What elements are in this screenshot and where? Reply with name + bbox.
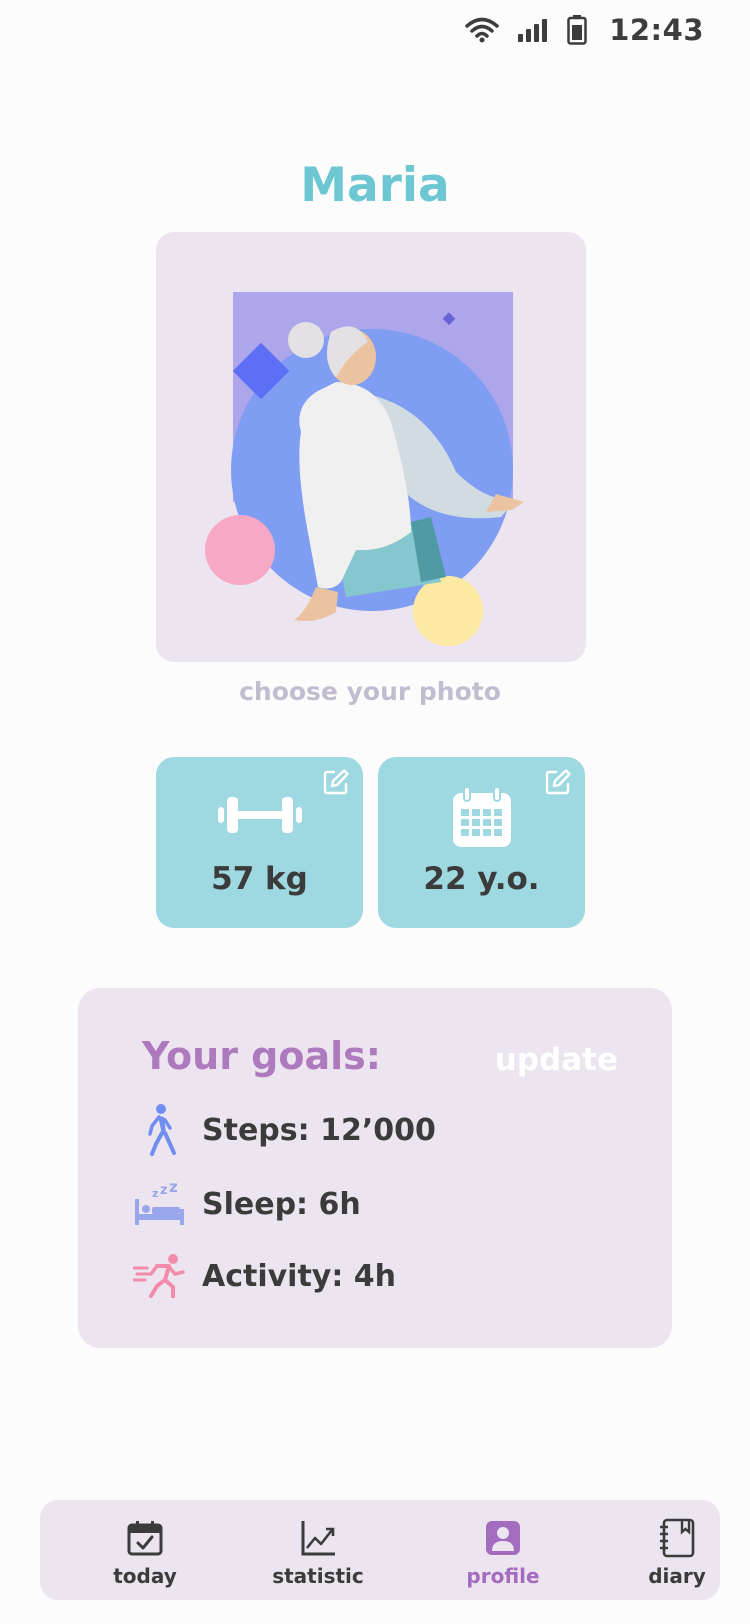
svg-text:z: z bbox=[160, 1183, 168, 1198]
sleep-icon: z z z bbox=[132, 1176, 188, 1232]
status-bar: 12:43 bbox=[465, 8, 704, 52]
nav-profile[interactable]: profile bbox=[428, 1518, 578, 1588]
goal-activity-label: Activity: 4h bbox=[202, 1258, 397, 1294]
goal-steps-label: Steps: 12’000 bbox=[202, 1112, 436, 1148]
goal-activity: Activity: 4h bbox=[132, 1248, 396, 1304]
weight-card[interactable]: 57 kg bbox=[156, 757, 363, 928]
nav-diary-label: diary bbox=[648, 1564, 706, 1588]
walking-icon bbox=[132, 1102, 188, 1158]
goals-card: Your goals: update Steps: 12’000 z z z S… bbox=[78, 988, 672, 1348]
nav-today[interactable]: today bbox=[70, 1518, 220, 1588]
calendar-check-icon bbox=[127, 1521, 163, 1556]
goal-steps: Steps: 12’000 bbox=[132, 1102, 436, 1158]
bottom-nav: today statistic profile diary bbox=[40, 1500, 720, 1600]
edit-icon[interactable] bbox=[545, 769, 571, 795]
svg-text:z: z bbox=[169, 1181, 178, 1196]
chart-icon bbox=[301, 1521, 335, 1556]
goal-sleep: z z z Sleep: 6h bbox=[132, 1176, 361, 1232]
profile-name: Maria bbox=[300, 158, 450, 213]
edit-icon[interactable] bbox=[323, 769, 349, 795]
avatar-illustration bbox=[205, 292, 524, 646]
age-value: 22 y.o. bbox=[423, 861, 540, 897]
nav-statistic-label: statistic bbox=[272, 1564, 364, 1588]
dumbbell-icon bbox=[217, 797, 302, 833]
goals-title: Your goals: bbox=[142, 1034, 381, 1078]
nav-diary[interactable]: diary bbox=[602, 1518, 750, 1588]
calendar-icon bbox=[452, 787, 511, 847]
running-icon bbox=[132, 1248, 188, 1304]
weight-value: 57 kg bbox=[211, 861, 308, 897]
goal-sleep-label: Sleep: 6h bbox=[202, 1186, 361, 1222]
nav-statistic[interactable]: statistic bbox=[243, 1518, 393, 1588]
update-goals-button[interactable]: update bbox=[495, 1042, 618, 1078]
profile-photo[interactable] bbox=[156, 232, 586, 662]
choose-photo-link[interactable]: choose your photo bbox=[0, 677, 740, 706]
signal-icon bbox=[518, 19, 548, 42]
battery-icon bbox=[567, 15, 587, 45]
nav-profile-label: profile bbox=[466, 1564, 540, 1588]
profile-icon bbox=[486, 1521, 520, 1555]
wifi-icon bbox=[465, 17, 499, 43]
notebook-icon bbox=[660, 1518, 695, 1558]
svg-text:z: z bbox=[152, 1187, 158, 1200]
age-card[interactable]: 22 y.o. bbox=[378, 757, 585, 928]
status-time: 12:43 bbox=[609, 13, 704, 47]
profile-screen: 12:43 Maria choose your photo 57 kg 22 y… bbox=[0, 0, 750, 1624]
nav-today-label: today bbox=[113, 1564, 177, 1588]
